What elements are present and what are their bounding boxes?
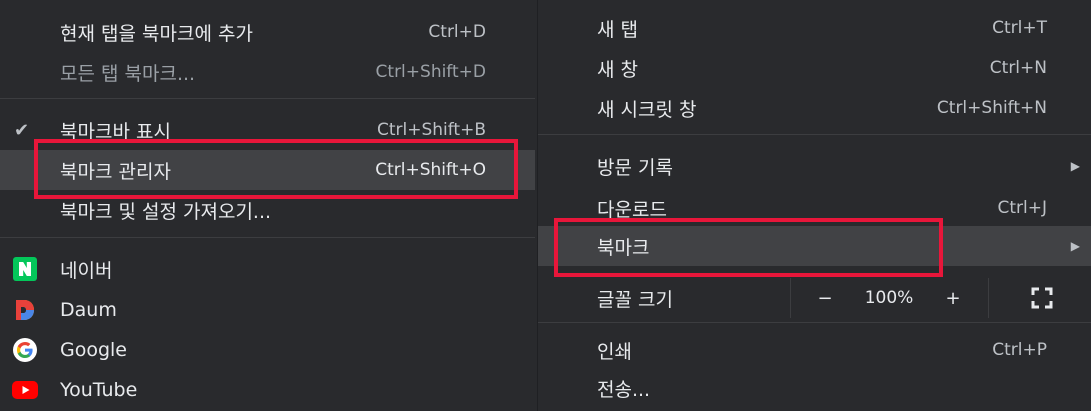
separator xyxy=(538,322,1091,323)
new-window-label: 새 창 xyxy=(597,58,638,81)
bookmarks-label: 북마크 xyxy=(597,236,650,259)
history-item[interactable]: 방문 기록 ▶ xyxy=(538,146,1091,186)
bookmark-youtube-label: YouTube xyxy=(60,379,138,401)
daum-icon xyxy=(12,297,38,323)
zoom-out-label: − xyxy=(817,287,833,309)
new-tab-label: 새 탭 xyxy=(597,18,638,41)
print-label: 인쇄 xyxy=(597,340,632,363)
import-bookmarks-label: 북마크 및 설정 가져오기... xyxy=(60,200,272,223)
fullscreen-icon xyxy=(1031,287,1053,309)
bookmark-all-tabs-item[interactable]: 모든 탭 북마크... Ctrl+Shift+D xyxy=(0,52,535,92)
bookmarks-item[interactable]: 북마크 ▶ xyxy=(538,226,1091,266)
downloads-item[interactable]: 다운로드 Ctrl+J xyxy=(538,188,1091,228)
show-bookmarks-bar-label: 북마크바 표시 xyxy=(60,120,171,143)
bookmark-manager-label: 북마크 관리자 xyxy=(60,160,171,183)
zoom-out-button[interactable]: − xyxy=(810,278,840,318)
zoom-divider xyxy=(790,278,791,318)
bookmark-youtube[interactable]: YouTube xyxy=(0,370,535,410)
cast-item[interactable]: 전송... xyxy=(538,368,1091,408)
separator xyxy=(0,98,535,99)
zoom-level: 100% xyxy=(854,278,924,318)
bookmark-all-tabs-shortcut: Ctrl+Shift+D xyxy=(375,62,486,82)
bookmark-daum-label: Daum xyxy=(60,299,117,321)
bookmarks-submenu: 현재 탭을 북마크에 추가 Ctrl+D 모든 탭 북마크... Ctrl+Sh… xyxy=(0,0,535,411)
naver-icon xyxy=(12,256,38,282)
new-window-shortcut: Ctrl+N xyxy=(989,58,1047,78)
cast-label: 전송... xyxy=(597,378,651,401)
bookmark-naver[interactable]: 네이버 xyxy=(0,249,535,289)
new-tab-item[interactable]: 새 탭 Ctrl+T xyxy=(538,8,1091,48)
submenu-arrow-icon: ▶ xyxy=(1070,159,1080,173)
downloads-shortcut: Ctrl+J xyxy=(997,198,1047,218)
zoom-in-label: + xyxy=(945,287,961,309)
separator xyxy=(538,134,1091,135)
print-shortcut: Ctrl+P xyxy=(992,340,1047,360)
bookmark-this-tab-item[interactable]: 현재 탭을 북마크에 추가 Ctrl+D xyxy=(0,12,535,52)
history-label: 방문 기록 xyxy=(597,156,673,179)
new-incognito-window-shortcut: Ctrl+Shift+N xyxy=(936,98,1047,118)
new-incognito-window-label: 새 시크릿 창 xyxy=(597,98,697,121)
bookmark-manager-shortcut: Ctrl+Shift+O xyxy=(375,160,486,180)
submenu-arrow-icon: ▶ xyxy=(1070,239,1080,253)
zoom-level-value: 100% xyxy=(864,288,914,308)
bookmark-google-label: Google xyxy=(60,339,128,361)
new-incognito-window-item[interactable]: 새 시크릿 창 Ctrl+Shift+N xyxy=(538,88,1091,128)
import-bookmarks-item[interactable]: 북마크 및 설정 가져오기... xyxy=(0,190,535,230)
google-icon xyxy=(12,337,38,363)
zoom-in-button[interactable]: + xyxy=(938,278,968,318)
downloads-label: 다운로드 xyxy=(597,198,667,221)
bookmark-google[interactable]: Google xyxy=(0,330,535,370)
fullscreen-button[interactable] xyxy=(1022,278,1062,318)
checkmark-icon: ✔ xyxy=(14,119,30,141)
browser-main-menu: 새 탭 Ctrl+T 새 창 Ctrl+N 새 시크릿 창 Ctrl+Shift… xyxy=(537,0,1091,411)
zoom-label: 글꼴 크기 xyxy=(597,288,673,311)
new-window-item[interactable]: 새 창 Ctrl+N xyxy=(538,48,1091,88)
youtube-icon xyxy=(12,377,38,403)
bookmark-manager-item[interactable]: 북마크 관리자 Ctrl+Shift+O xyxy=(0,150,535,190)
show-bookmarks-bar-shortcut: Ctrl+Shift+B xyxy=(376,120,486,140)
bookmark-this-tab-label: 현재 탭을 북마크에 추가 xyxy=(60,22,253,45)
new-tab-shortcut: Ctrl+T xyxy=(992,18,1047,38)
bookmark-naver-label: 네이버 xyxy=(60,259,113,282)
zoom-divider xyxy=(988,278,989,318)
bookmark-daum[interactable]: Daum xyxy=(0,290,535,330)
show-bookmarks-bar-item[interactable]: ✔ 북마크바 표시 Ctrl+Shift+B xyxy=(0,110,535,150)
print-item[interactable]: 인쇄 Ctrl+P xyxy=(538,330,1091,370)
bookmark-all-tabs-label: 모든 탭 북마크... xyxy=(60,62,196,85)
separator xyxy=(0,237,535,238)
bookmark-this-tab-shortcut: Ctrl+D xyxy=(428,22,486,42)
